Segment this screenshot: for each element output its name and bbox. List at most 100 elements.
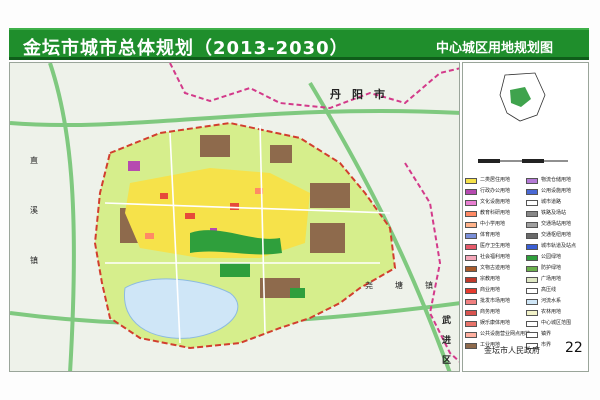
legend-label: 宗教用地 bbox=[480, 276, 501, 282]
legend-label: 商业用地 bbox=[480, 287, 501, 293]
legend-label: 文化设施用地 bbox=[480, 199, 511, 205]
map-canvas: 丹 阳 市 直 溪 镇 尧 塘 镇 武 进 区 bbox=[10, 63, 459, 371]
legend-label: 公园绿地 bbox=[541, 254, 562, 260]
legend-label: 中小学用地 bbox=[480, 221, 506, 227]
legend-swatch bbox=[526, 232, 538, 239]
legend-label: 城市轨道及站点 bbox=[541, 243, 577, 249]
land-use-map: 丹 阳 市 直 溪 镇 尧 塘 镇 武 进 区 bbox=[9, 62, 460, 372]
legend-item: 城市道路 bbox=[526, 198, 561, 207]
label-wujin-1: 武 bbox=[442, 314, 451, 326]
legend-item: 社会福利用地 bbox=[465, 253, 510, 262]
label-east-town-1: 尧 bbox=[365, 280, 373, 290]
park-southeast bbox=[290, 288, 305, 298]
legend-swatch bbox=[465, 243, 477, 250]
legend-label: 批发市场用地 bbox=[480, 298, 511, 304]
label-zhixi-3: 镇 bbox=[30, 255, 38, 265]
map-subtitle: 中心城区用地规划图 bbox=[435, 41, 553, 56]
legend-swatch bbox=[465, 309, 477, 316]
legend-swatch bbox=[465, 188, 477, 195]
legend-swatch bbox=[526, 331, 538, 338]
legend-swatch bbox=[526, 210, 538, 217]
label-zhixi-2: 溪 bbox=[30, 205, 38, 215]
legend-swatch bbox=[526, 320, 538, 327]
park-south bbox=[220, 263, 250, 277]
legend-label: 交通枢纽用地 bbox=[541, 232, 572, 238]
industrial-block-2 bbox=[270, 145, 292, 163]
legend-swatch bbox=[465, 221, 477, 228]
legend-swatch bbox=[526, 309, 538, 316]
legend-swatch bbox=[526, 188, 538, 195]
legend-swatch bbox=[526, 276, 538, 283]
legend-label: 医疗卫生用地 bbox=[480, 243, 511, 249]
legend-item: 交通枢纽用地 bbox=[526, 231, 571, 240]
legend-item: 体育用地 bbox=[465, 231, 500, 240]
legend-label: 娱乐康体用地 bbox=[480, 320, 511, 326]
legend-item: 铁路及场站 bbox=[526, 209, 566, 218]
legend-label: 公用设施用地 bbox=[541, 188, 572, 194]
plan-sheet: 金坛市城市总体规划（2013-2030） 中心城区用地规划图 丹 阳 市 直 溪… bbox=[0, 0, 600, 400]
plot-commercial-1 bbox=[160, 193, 168, 199]
issuing-authority: 金坛市人民政府 bbox=[484, 346, 540, 355]
page-title: 金坛市城市总体规划（2013-2030） bbox=[23, 38, 349, 59]
label-zhixi-1: 直 bbox=[30, 155, 38, 165]
legend-swatch bbox=[465, 265, 477, 272]
legend-swatch bbox=[526, 254, 538, 261]
legend-item: 公园绿地 bbox=[526, 253, 561, 262]
legend-swatch bbox=[465, 342, 477, 349]
legend-swatch bbox=[465, 232, 477, 239]
legend-label: 铁路及场站 bbox=[541, 210, 567, 216]
legend-swatch bbox=[465, 320, 477, 327]
legend-label: 镇界 bbox=[541, 331, 552, 337]
label-wujin-3: 区 bbox=[442, 355, 451, 366]
legend-item: 高压线 bbox=[526, 286, 556, 295]
legend-swatch bbox=[465, 287, 477, 294]
legend-swatch bbox=[526, 287, 538, 294]
legend-item: 批发市场用地 bbox=[465, 297, 510, 306]
industrial-block-3 bbox=[310, 183, 350, 208]
legend-panel: 二类居住用地 行政办公用地 文化设施用地 教育科研用地 中小学用地 体育用地 医疗卫生用地社… bbox=[462, 62, 589, 372]
legend-item: 商业用地 bbox=[465, 286, 500, 295]
label-danyang: 丹 阳 市 bbox=[330, 87, 385, 101]
legend-item: 河流水系 bbox=[526, 297, 561, 306]
legend-item: 娱乐康体用地 bbox=[465, 319, 510, 328]
legend-item: 镇界 bbox=[526, 330, 551, 339]
legend-label: 行政办公用地 bbox=[480, 188, 511, 194]
legend-item: 交通场站用地 bbox=[526, 220, 571, 229]
legend-item: 宗教用地 bbox=[465, 275, 500, 284]
industrial-block-5 bbox=[310, 223, 345, 253]
legend-label: 广场用地 bbox=[541, 276, 562, 282]
legend-label: 中心城区范围 bbox=[541, 320, 572, 326]
legend-label: 高压线 bbox=[541, 287, 557, 293]
legend-swatch bbox=[465, 298, 477, 305]
legend-item: 公用设施用地 bbox=[526, 187, 571, 196]
legend-item: 中小学用地 bbox=[465, 220, 505, 229]
legend-swatch bbox=[465, 276, 477, 283]
label-wujin-2: 进 bbox=[442, 334, 451, 346]
legend-item: 文物古迹用地 bbox=[465, 264, 510, 273]
legend-item: 广场用地 bbox=[526, 275, 561, 284]
legend-label: 文物古迹用地 bbox=[480, 265, 511, 271]
legend-item: 文化设施用地 bbox=[465, 198, 510, 207]
plot-commercial-3 bbox=[230, 203, 239, 210]
legend-swatch bbox=[526, 199, 538, 206]
legend-label: 市界 bbox=[541, 342, 552, 348]
legend-label: 教育科研用地 bbox=[480, 210, 511, 216]
plot-education-2 bbox=[145, 233, 154, 239]
legend-swatch bbox=[526, 243, 538, 250]
label-east-town-3: 镇 bbox=[425, 280, 433, 290]
legend-label: 交通场站用地 bbox=[541, 221, 572, 227]
legend-item: 行政办公用地 bbox=[465, 187, 510, 196]
legend-item: 商务用地 bbox=[465, 308, 500, 317]
legend-label: 社会福利用地 bbox=[480, 254, 511, 260]
legend-swatch bbox=[526, 177, 538, 184]
scale-bar bbox=[478, 159, 568, 163]
legend-item: 物流仓储用地 bbox=[526, 176, 571, 185]
legend-label: 体育用地 bbox=[480, 232, 501, 238]
legend-label: 物流仓储用地 bbox=[541, 177, 572, 183]
industrial-block-1 bbox=[200, 135, 230, 157]
legend-label: 河流水系 bbox=[541, 298, 562, 304]
legend-swatch bbox=[526, 221, 538, 228]
legend-swatch bbox=[465, 331, 477, 338]
title-bar: 金坛市城市总体规划（2013-2030） 中心城区用地规划图 bbox=[9, 28, 589, 60]
legend-swatch bbox=[526, 298, 538, 305]
